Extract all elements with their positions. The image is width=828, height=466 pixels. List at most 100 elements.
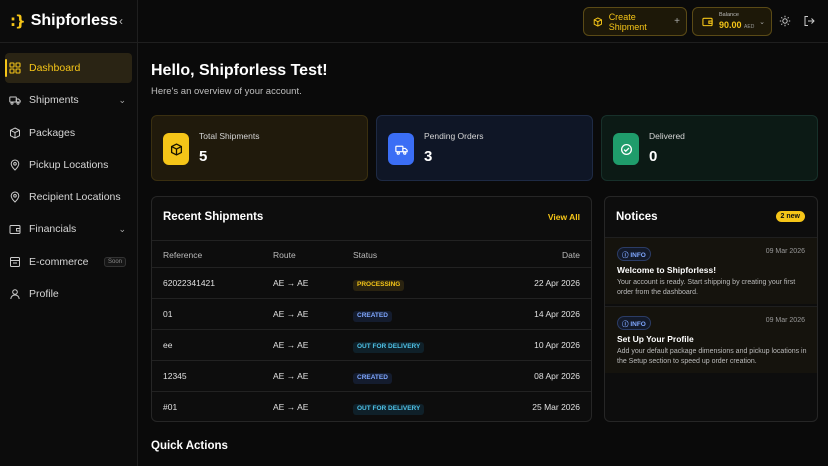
brand-header: :} Shipforless ‹ bbox=[0, 0, 137, 43]
sidebar-item-label: Dashboard bbox=[29, 62, 81, 74]
sidebar-item-financials[interactable]: Financials ⌄ bbox=[5, 214, 132, 244]
balance-label: Balance bbox=[719, 12, 739, 19]
create-shipment-label: Create Shipment bbox=[608, 11, 647, 32]
stat-label: Pending Orders bbox=[424, 131, 484, 141]
cell-status: PROCESSING bbox=[353, 268, 405, 299]
cell-route: AE → AE bbox=[273, 309, 309, 319]
stat-value: 5 bbox=[199, 148, 208, 165]
sidebar-item-label: Shipments bbox=[29, 94, 79, 107]
column-header-date: Date bbox=[562, 250, 580, 260]
user-icon bbox=[9, 288, 21, 300]
main-content: Hello, Shipforless Test! Here's an overv… bbox=[138, 43, 828, 466]
topbar: Create Shipment + Balance 90.00 AED ⌄ bbox=[138, 0, 828, 43]
recent-shipments-title: Recent Shipments bbox=[163, 211, 264, 223]
chevron-down-icon: ⌄ bbox=[118, 94, 126, 105]
cell-status: CREATED bbox=[353, 299, 392, 330]
sidebar-item-pickup-locations[interactable]: Pickup Locations bbox=[5, 150, 132, 180]
notice-title: Welcome to Shipforless! bbox=[617, 265, 717, 275]
truck-icon bbox=[9, 94, 21, 106]
notice-title: Set Up Your Profile bbox=[617, 334, 694, 344]
grid-icon bbox=[9, 62, 21, 74]
cell-status: CREATED bbox=[353, 361, 392, 392]
wallet-icon bbox=[9, 223, 21, 235]
logout-icon[interactable] bbox=[803, 14, 817, 28]
cell-reference: 12345 bbox=[163, 371, 187, 381]
sun-icon[interactable] bbox=[779, 14, 793, 28]
truck-icon bbox=[388, 133, 414, 165]
balance-dropdown[interactable]: Balance 90.00 AED ⌄ bbox=[692, 7, 772, 36]
cell-reference: ee bbox=[163, 340, 173, 350]
quick-actions-title: Quick Actions bbox=[151, 440, 228, 452]
table-row[interactable]: ee AE → AE OUT FOR DELIVERY 10 Apr 2026 bbox=[152, 330, 591, 361]
notices-panel: Notices 2 new ⓘ INFO 09 Mar 2026 Welcome… bbox=[604, 196, 818, 422]
notice-date: 09 Mar 2026 bbox=[765, 248, 805, 255]
sidebar-item-e-commerce[interactable]: E-commerce Soon bbox=[5, 247, 132, 277]
notice-body: Add your default package dimensions and … bbox=[617, 348, 807, 365]
notice-date: 09 Mar 2026 bbox=[765, 317, 805, 324]
cell-date: 25 Mar 2026 bbox=[532, 402, 580, 412]
stat-value: 0 bbox=[649, 148, 658, 165]
sidebar-item-label: Packages bbox=[29, 126, 76, 139]
create-shipment-button[interactable]: Create Shipment + bbox=[583, 7, 687, 36]
status-badge: CREATED bbox=[353, 311, 392, 322]
table-row[interactable]: 12345 AE → AE CREATED 08 Apr 2026 bbox=[152, 361, 591, 392]
cell-reference: 01 bbox=[163, 309, 173, 319]
box-icon bbox=[9, 127, 21, 139]
notices-title: Notices bbox=[616, 211, 658, 223]
chevron-left-icon[interactable]: ‹ bbox=[119, 14, 123, 28]
map-pin-icon bbox=[9, 191, 21, 203]
notice-body: Your account is ready. Start shipping by… bbox=[617, 279, 796, 296]
table-row[interactable]: 01 AE → AE CREATED 14 Apr 2026 bbox=[152, 299, 591, 330]
balance-value: 90.00 bbox=[719, 19, 742, 30]
new-count-badge: 2 new bbox=[775, 211, 805, 222]
stat-card-delivered[interactable]: Delivered 0 bbox=[601, 115, 818, 181]
sidebar-item-label: Pickup Locations bbox=[29, 158, 109, 171]
chevron-down-icon: ⌄ bbox=[759, 18, 765, 26]
sidebar-item-label: Financials bbox=[29, 223, 77, 236]
cell-route: AE → AE bbox=[273, 371, 309, 381]
sidebar-item-shipments[interactable]: Shipments ⌄ bbox=[5, 85, 132, 115]
notice-item[interactable]: ⓘ INFO 09 Mar 2026 Welcome to Shipforles… bbox=[605, 237, 817, 304]
sidebar-item-recipient-locations[interactable]: Recipient Locations bbox=[5, 182, 132, 212]
plus-icon: + bbox=[674, 16, 680, 27]
wallet-icon bbox=[702, 17, 713, 27]
stat-label: Delivered bbox=[649, 131, 685, 141]
column-header-reference: Reference bbox=[163, 250, 203, 260]
cell-route: AE → AE bbox=[273, 278, 309, 288]
box-icon bbox=[163, 133, 189, 165]
soon-badge: Soon bbox=[103, 256, 126, 267]
recent-shipments-panel: Recent Shipments View All Reference Rout… bbox=[151, 196, 592, 422]
sidebar-item-label: E-commerce bbox=[29, 255, 89, 268]
sidebar-item-profile[interactable]: Profile bbox=[5, 279, 132, 309]
info-tag-label: INFO bbox=[630, 252, 646, 259]
brand-name: Shipforless bbox=[30, 12, 118, 29]
stat-card-pending-orders[interactable]: Pending Orders 3 bbox=[376, 115, 593, 181]
info-tag-label: INFO bbox=[630, 321, 646, 328]
sidebar-item-packages[interactable]: Packages bbox=[5, 118, 132, 148]
status-badge: PROCESSING bbox=[353, 280, 405, 291]
cell-status: OUT FOR DELIVERY bbox=[353, 330, 425, 361]
view-all-link[interactable]: View All bbox=[548, 212, 580, 222]
sidebar-nav: Dashboard Shipments ⌄ Packages Pickup Lo… bbox=[0, 43, 137, 309]
table-row[interactable]: #01 AE → AE OUT FOR DELIVERY 25 Mar 2026 bbox=[152, 392, 591, 423]
cell-reference: #01 bbox=[163, 402, 178, 412]
cell-route: AE → AE bbox=[273, 402, 309, 412]
balance-currency: AED bbox=[744, 23, 755, 30]
table-header: Reference Route Status Date bbox=[152, 240, 591, 268]
balance-text: Balance 90.00 AED bbox=[719, 13, 754, 30]
sidebar: :} Shipforless ‹ Dashboard Shipments ⌄ P… bbox=[0, 0, 138, 466]
check-circle-icon bbox=[613, 133, 639, 165]
balance-amount: 90.00 AED bbox=[719, 19, 755, 30]
cell-date: 14 Apr 2026 bbox=[534, 309, 580, 319]
notice-item[interactable]: ⓘ INFO 09 Mar 2026 Set Up Your Profile A… bbox=[605, 306, 817, 373]
cell-date: 10 Apr 2026 bbox=[534, 340, 580, 350]
store-icon bbox=[9, 256, 21, 268]
sidebar-item-label: Profile bbox=[29, 288, 59, 301]
sidebar-item-dashboard[interactable]: Dashboard bbox=[5, 53, 132, 83]
page-subtitle: Here's an overview of your account. bbox=[151, 86, 302, 97]
table-row[interactable]: 62022341421 AE → AE PROCESSING 22 Apr 20… bbox=[152, 268, 591, 299]
cell-date: 22 Apr 2026 bbox=[534, 278, 580, 288]
box-icon bbox=[593, 16, 602, 27]
stat-card-total-shipments[interactable]: Total Shipments 5 bbox=[151, 115, 368, 181]
cell-route: AE → AE bbox=[273, 340, 309, 350]
